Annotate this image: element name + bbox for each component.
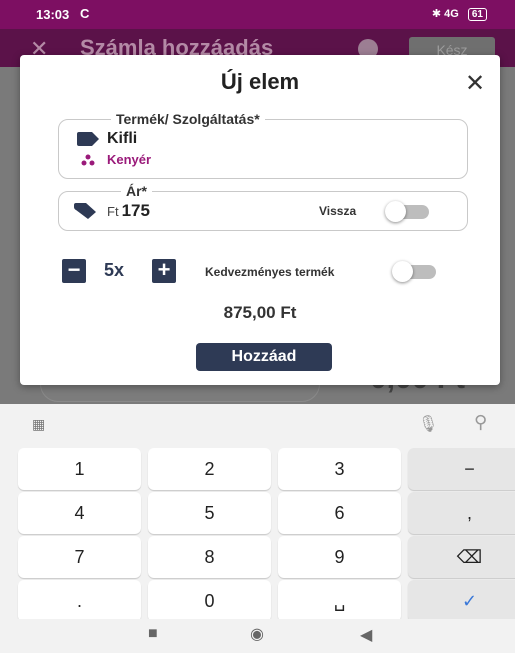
key-8[interactable]: 8 (148, 536, 271, 578)
sync-icon: C (80, 6, 90, 21)
search-icon[interactable]: ⚲ (474, 412, 487, 433)
key-1[interactable]: 1 (18, 448, 141, 490)
price-value[interactable]: 175 (122, 201, 150, 221)
decrease-quantity-button[interactable]: − (62, 259, 86, 283)
keyboard-toolbar: ▦ 🎙 ⚲ (0, 404, 515, 444)
new-item-dialog: Új elem ✕ Termék/ Szolgáltatás* Kifli Ke… (20, 55, 500, 385)
key-space[interactable]: ␣ (278, 580, 401, 622)
category-icon (81, 154, 95, 165)
return-toggle-knob (385, 201, 406, 222)
status-time: 13:03 (36, 7, 70, 22)
price-legend: Ár* (121, 183, 153, 199)
price-field[interactable]: Ár* Ft 175 Vissza (58, 183, 468, 231)
return-toggle[interactable] (385, 201, 429, 222)
recents-button[interactable]: ■ (148, 625, 158, 643)
key-backspace[interactable]: ⌫ (408, 536, 515, 578)
total-amount: 875,00 Ft (223, 303, 297, 322)
key-4[interactable]: 4 (18, 492, 141, 534)
key-dot[interactable]: . (18, 580, 141, 622)
mic-icon[interactable]: 🎙 (418, 414, 438, 434)
key-9[interactable]: 9 (278, 536, 401, 578)
discount-toggle[interactable] (392, 261, 436, 282)
dialog-close-icon[interactable]: ✕ (465, 69, 485, 98)
key-3[interactable]: 3 (278, 448, 401, 490)
discount-label: Kedvezményes termék (205, 265, 335, 279)
numeric-keyboard: ▦ 🎙 ⚲ 1 2 3− 4 5 6, 7 8 9 ⌫. 0 ␣ ✓ (0, 404, 515, 622)
signal-label: 4G (444, 8, 459, 20)
price-currency: Ft (107, 203, 119, 219)
bluetooth-icon: ✱ (431, 8, 442, 20)
key-comma[interactable]: , (408, 492, 515, 534)
system-nav-bar: ■ ◉ ◀ (0, 619, 515, 653)
status-bar: 13:03 C ✱ 4G 61 (0, 0, 515, 29)
key-5[interactable]: 5 (148, 492, 271, 534)
price-tag-icon (74, 203, 96, 219)
product-legend: Termék/ Szolgáltatás* (111, 111, 265, 127)
home-button[interactable]: ◉ (250, 624, 264, 644)
grid-icon[interactable]: ▦ (32, 416, 45, 433)
key-minus[interactable]: − (408, 448, 515, 490)
increase-quantity-button[interactable]: + (152, 259, 176, 283)
key-7[interactable]: 7 (18, 536, 141, 578)
back-button[interactable]: ◀ (360, 625, 372, 645)
product-category: Kenyér (107, 152, 152, 167)
battery-icon: 61 (467, 8, 487, 21)
discount-toggle-knob (392, 261, 413, 282)
add-button[interactable]: Hozzáad (196, 343, 332, 371)
quantity-value: 5x (104, 260, 125, 280)
product-name: Kifli (107, 130, 138, 147)
key-done[interactable]: ✓ (408, 580, 515, 622)
key-6[interactable]: 6 (278, 492, 401, 534)
key-0[interactable]: 0 (148, 580, 271, 622)
return-label: Vissza (319, 204, 357, 218)
dialog-title: Új elem (220, 69, 300, 94)
status-indicators: ✱ 4G 61 (432, 7, 487, 21)
label-tag-icon (77, 132, 99, 146)
key-2[interactable]: 2 (148, 448, 271, 490)
product-field[interactable]: Termék/ Szolgáltatás* Kifli Kenyér (58, 111, 468, 179)
